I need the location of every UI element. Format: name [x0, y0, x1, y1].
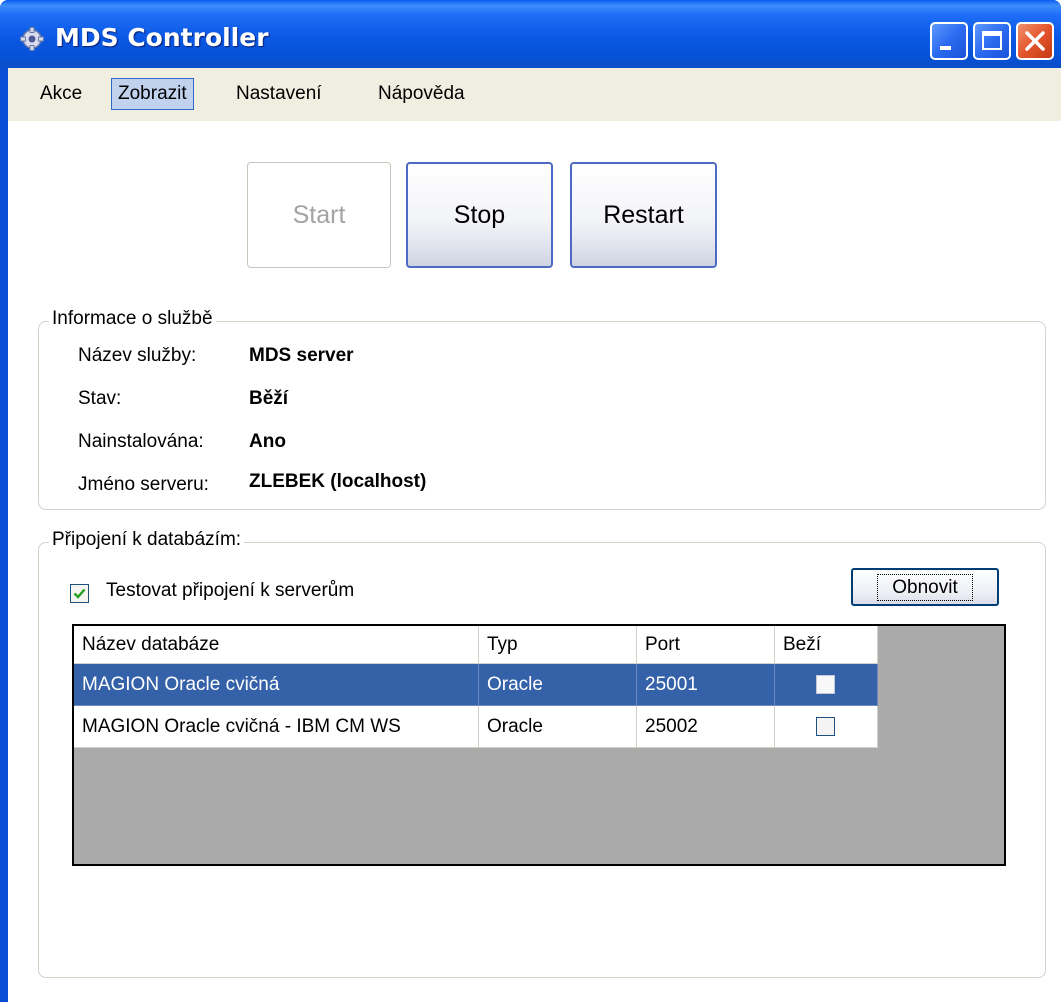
cell-db-type: Oracle: [479, 664, 637, 706]
running-checkbox[interactable]: [816, 675, 835, 694]
refresh-button-label: Obnovit: [877, 573, 973, 601]
gear-icon: [20, 27, 44, 51]
running-checkbox[interactable]: [816, 717, 835, 736]
checkmark-icon: [73, 588, 86, 599]
cell-db-name: MAGION Oracle cvičná: [74, 664, 479, 706]
menu-zobrazit[interactable]: Zobrazit: [111, 78, 194, 110]
menu-akce[interactable]: Akce: [34, 78, 88, 110]
table-row[interactable]: MAGION Oracle cvičná - IBM CM WS Oracle …: [74, 706, 878, 748]
cell-db-running: [775, 664, 878, 706]
test-connections-label[interactable]: Testovat připojení k serverům: [106, 580, 354, 602]
client-area: Akce Zobrazit Nastavení Nápověda Start S…: [8, 68, 1061, 1002]
close-icon: [1025, 31, 1045, 51]
cell-db-name: MAGION Oracle cvičná - IBM CM WS: [74, 706, 479, 748]
minimize-button[interactable]: [930, 22, 968, 60]
menu-napoveda[interactable]: Nápověda: [372, 78, 471, 110]
refresh-button[interactable]: Obnovit: [851, 568, 999, 606]
installed-value: Ano: [249, 431, 286, 452]
close-button[interactable]: [1016, 22, 1054, 60]
cell-db-port: 25002: [637, 706, 775, 748]
status-label: Stav:: [78, 388, 122, 409]
app-window: MDS Controller Akce Zobrazit Nastavení N…: [0, 0, 1061, 1002]
column-header-name[interactable]: Název databáze: [74, 626, 479, 664]
column-header-port[interactable]: Port: [637, 626, 775, 664]
cell-db-type: Oracle: [479, 706, 637, 748]
column-header-type[interactable]: Typ: [479, 626, 637, 664]
menu-nastaveni[interactable]: Nastavení: [230, 78, 328, 110]
server-name-value: ZLEBEK (localhost): [249, 471, 427, 492]
title-bar[interactable]: MDS Controller: [0, 0, 1061, 68]
minimize-icon: [940, 46, 951, 50]
cell-db-port: 25001: [637, 664, 775, 706]
service-name-value: MDS server: [249, 345, 354, 366]
cell-db-running: [775, 706, 878, 748]
server-name-label: Jméno serveru:: [78, 474, 209, 495]
db-connections-legend: Připojení k databázím:: [49, 529, 245, 551]
installed-label: Nainstalována:: [78, 431, 204, 452]
restart-button[interactable]: Restart: [570, 162, 717, 268]
grid-header: Název databáze Typ Port Beží: [74, 626, 878, 664]
database-grid[interactable]: Název databáze Typ Port Beží MAGION Orac…: [72, 624, 1006, 866]
menu-bar: Akce Zobrazit Nastavení Nápověda: [8, 68, 1061, 121]
maximize-button[interactable]: [973, 22, 1011, 60]
service-name-label: Název služby:: [78, 345, 197, 366]
column-header-running[interactable]: Beží: [775, 626, 878, 664]
stop-button[interactable]: Stop: [406, 162, 553, 268]
start-button[interactable]: Start: [247, 162, 391, 268]
maximize-icon: [982, 31, 1002, 50]
table-row[interactable]: MAGION Oracle cvičná Oracle 25001: [74, 664, 878, 706]
window-title: MDS Controller: [55, 23, 269, 52]
status-value: Běží: [249, 388, 289, 409]
test-connections-checkbox[interactable]: [70, 584, 89, 603]
service-info-legend: Informace o službě: [49, 308, 216, 330]
